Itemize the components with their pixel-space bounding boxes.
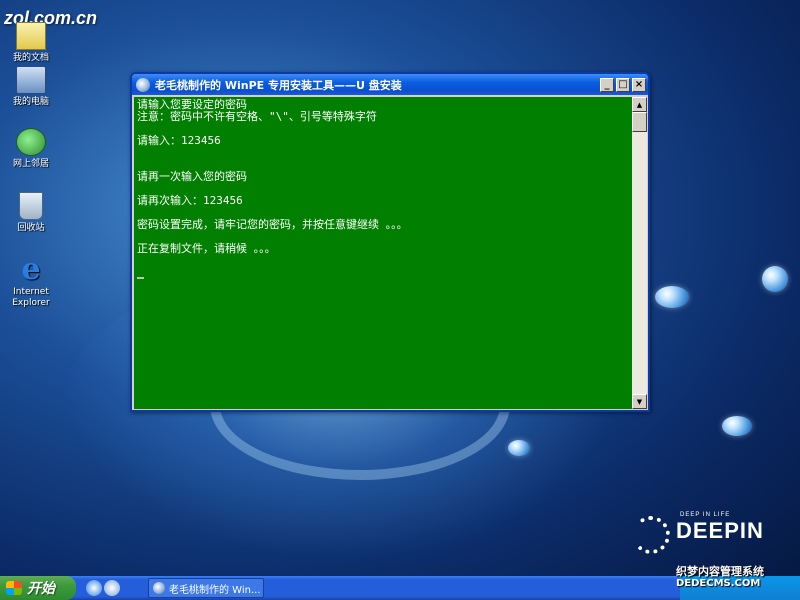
water-drop [655, 286, 689, 308]
scroll-down-button[interactable]: ▼ [632, 394, 647, 409]
desktop-icon-label: 网上邻居 [12, 159, 49, 169]
window-title: 老毛桃制作的 WinPE 专用安装工具——U 盘安装 [155, 78, 402, 92]
minimize-button[interactable]: _ [600, 77, 614, 92]
water-drop [762, 266, 788, 292]
desktop-icon-label: 我的文档 [12, 53, 49, 63]
console-line: 密码设置完成，请牢记您的密码，并按任意键继续 。。。 [137, 218, 408, 231]
desktop-icon-label: Internet Explorer [12, 287, 50, 308]
console-line: 请输入：123456 [137, 134, 221, 147]
window-titlebar[interactable]: 老毛桃制作的 WinPE 专用安装工具——U 盘安装 _ □ × [132, 74, 648, 95]
ie-icon: e [21, 252, 41, 287]
network-icon [16, 128, 46, 156]
desktop-icon-internet-explorer[interactable]: e Internet Explorer [0, 252, 62, 309]
start-button[interactable]: 开始 [0, 576, 76, 600]
quicklaunch-ie-icon[interactable] [86, 580, 102, 596]
dedecms-url: DEDECMS.COM [676, 578, 761, 589]
deepin-logo-icon [632, 516, 670, 554]
computer-icon [16, 66, 46, 94]
console-output[interactable]: 请输入您要设定的密码 注意：密码中不许有空格、"\"、引号等特殊字符 请输入：1… [134, 97, 636, 409]
desktop-icon-computer[interactable]: 我的电脑 [0, 66, 62, 108]
desktop-icon-network[interactable]: 网上邻居 [0, 128, 62, 170]
console-line: 请再次输入：123456 [137, 194, 243, 207]
windows-flag-icon [6, 581, 22, 595]
deepin-logo: DEEP IN LIFE DEEPIN [628, 512, 764, 554]
water-drop [508, 440, 530, 456]
vertical-scrollbar[interactable]: ▲ ▼ [632, 97, 647, 409]
taskbar-window-button[interactable]: 老毛桃制作的 Win... [148, 578, 264, 598]
taskbar-window-label: 老毛桃制作的 Win... [169, 584, 261, 596]
deepin-wordmark: DEEPIN [676, 518, 764, 543]
desktop-icon-label: 我的电脑 [12, 97, 49, 107]
console-line: 请再一次输入您的密码 [137, 170, 247, 183]
console-window: 老毛桃制作的 WinPE 专用安装工具——U 盘安装 _ □ × 请输入您要设定… [130, 72, 650, 412]
scroll-up-button[interactable]: ▲ [632, 97, 647, 112]
close-button[interactable]: × [632, 77, 646, 92]
app-icon [153, 582, 165, 594]
documents-icon [16, 22, 46, 50]
desktop-icon-label: 回收站 [17, 223, 45, 233]
desktop-icon-documents[interactable]: 我的文档 [0, 22, 62, 64]
text-cursor [137, 277, 144, 279]
desktop-icon-recycle-bin[interactable]: 回收站 [0, 192, 62, 234]
recycle-bin-icon [19, 192, 43, 220]
console-cursor-line [137, 267, 633, 279]
dedecms-watermark: 织梦内容管理系统 DEDECMS.COM [676, 566, 800, 590]
start-label: 开始 [27, 581, 55, 597]
app-icon [136, 77, 150, 92]
quicklaunch-explorer-icon[interactable] [104, 580, 120, 596]
scroll-thumb[interactable] [632, 112, 647, 132]
maximize-button[interactable]: □ [616, 77, 630, 92]
console-line: 注意：密码中不许有空格、"\"、引号等特殊字符 [137, 110, 377, 123]
console-line: 正在复制文件，请稍候 。。。 [137, 242, 276, 255]
water-drop [722, 416, 752, 436]
dedecms-site-name: 织梦内容管理系统 [676, 565, 764, 578]
